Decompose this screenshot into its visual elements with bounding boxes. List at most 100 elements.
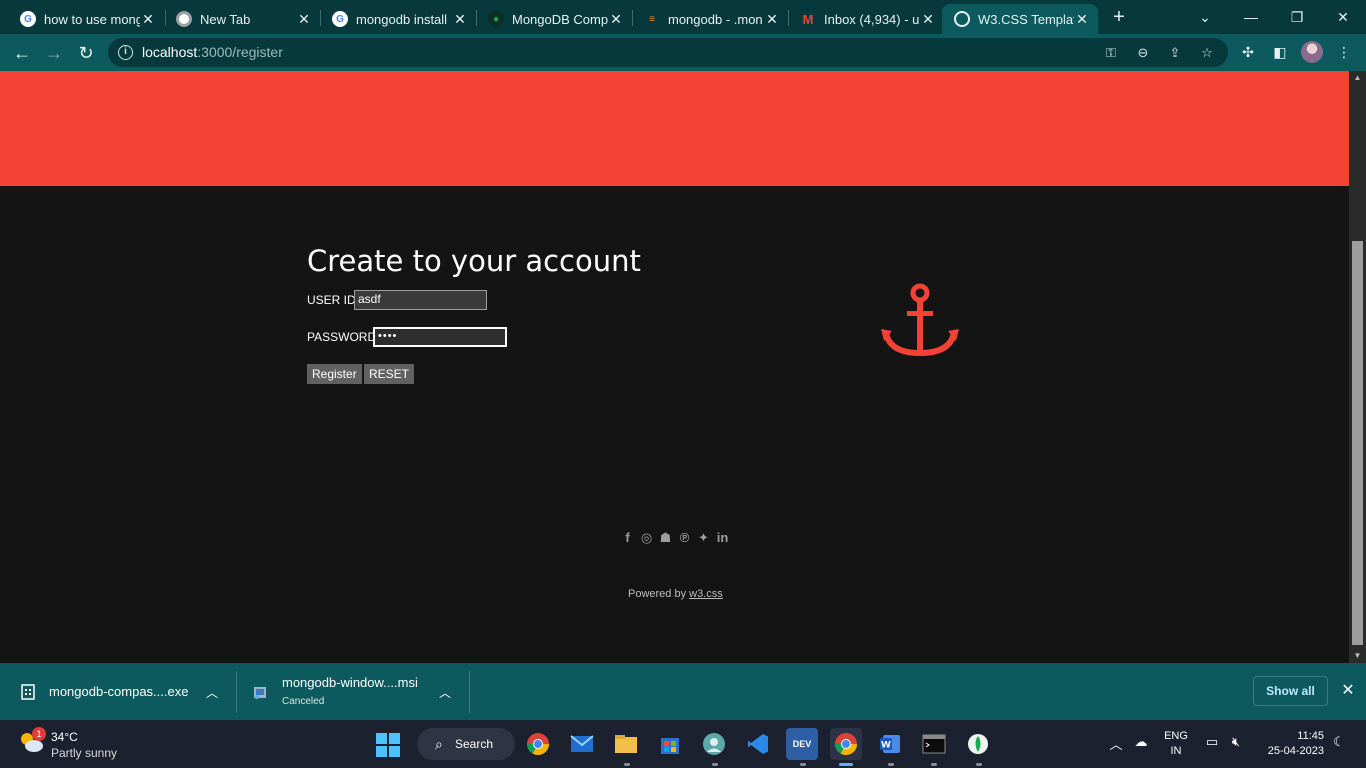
facebook-icon[interactable]: f [619,529,636,546]
zoom-out-icon[interactable]: ⊖ [1134,44,1152,62]
close-icon[interactable]: ✕ [452,11,468,28]
weather-condition[interactable]: Partly sunny [51,746,117,760]
side-panel-icon[interactable]: ◧ [1270,42,1290,62]
share-icon[interactable]: ⇪ [1166,44,1184,62]
gmail-icon: M [802,11,814,27]
onedrive-sync-icon[interactable]: ☁ [1131,734,1151,750]
chrome-icon [176,11,192,27]
clock-time: 11:45 [1297,730,1324,742]
weather-temperature[interactable]: 34°C [51,730,78,744]
show-hidden-icons-chevron-icon[interactable]: ︿ [1106,734,1126,753]
bookmark-star-icon[interactable]: ☆ [1198,44,1216,62]
speaker-muted-icon[interactable]: 🔇︎ [1226,734,1246,750]
browser-tab-strip: G how to use mongo ✕ New Tab ✕ G mongodb… [0,0,1366,34]
tab-mongodb-install[interactable]: G mongodb install ✕ [320,4,476,34]
restore-icon[interactable]: ❐ [1286,6,1308,28]
google-icon: G [332,11,348,27]
tab-mongodb-compass[interactable]: ● MongoDB Comp ✕ [476,4,632,34]
vscode-icon[interactable] [742,728,774,760]
tab-how-to-use-mongo[interactable]: G how to use mongo ✕ [8,4,164,34]
mongodb-compass-icon[interactable] [962,728,994,760]
scroll-up-arrow-icon[interactable]: ▲ [1349,71,1366,85]
register-button[interactable]: Register [307,364,362,384]
input-language[interactable]: ENG IN [1163,729,1189,759]
reload-icon[interactable]: ↻ [74,41,98,65]
page-scrollbar[interactable]: ▲ ▼ [1349,71,1366,663]
running-indicator-active [839,763,853,766]
chevron-up-icon[interactable]: ︿ [439,684,451,701]
terminal-icon[interactable] [918,728,950,760]
msi-installer-icon [254,687,266,699]
chrome-active-icon[interactable] [830,728,862,760]
reset-button[interactable]: RESET [364,364,415,384]
password-input[interactable]: •••• [373,327,507,347]
linkedin-icon[interactable]: in [714,529,731,546]
anchor-icon [881,283,959,357]
tab-stackoverflow[interactable]: ≡ mongodb - .mon ✕ [632,4,788,34]
taskbar-clock[interactable]: 11:45 25-04-2023 [1260,729,1324,759]
close-icon[interactable]: ✕ [608,11,624,28]
close-icon[interactable]: ✕ [1339,680,1357,702]
svg-text:W: W [881,741,891,751]
snapchat-icon[interactable]: ☗ [657,529,674,546]
url-text[interactable]: localhost:3000/register [142,44,283,60]
lang-top: ENG [1164,730,1188,742]
download-item[interactable]: mongodb-compas....exe ︿ [0,663,236,720]
instagram-icon[interactable]: ◎ [638,529,655,546]
tab-gmail-inbox[interactable]: M Inbox (4,934) - u ✕ [788,4,944,34]
forward-arrow-icon[interactable]: → [42,41,66,65]
close-icon[interactable]: ✕ [1074,11,1090,28]
userid-label: USER ID: [307,293,360,307]
display-icon[interactable]: ▭ [1202,734,1222,750]
mail-icon[interactable] [566,728,598,760]
key-icon[interactable]: ⚿ [1102,44,1120,62]
form-title: Create to your account [307,244,641,278]
close-icon[interactable]: ✕ [296,11,312,28]
url-host: localhost [142,44,198,60]
hero-banner [0,71,1349,186]
taskbar-search[interactable]: ⌕ Search [417,728,515,760]
show-all-button[interactable]: Show all [1253,676,1328,706]
w3css-link[interactable]: w3.css [689,588,723,600]
running-indicator [888,763,894,766]
close-icon[interactable]: ✕ [140,11,156,28]
site-info-icon[interactable]: i [118,45,133,60]
download-separator [469,671,470,713]
scroll-down-arrow-icon[interactable]: ▼ [1349,649,1366,663]
profile-avatar[interactable] [1301,41,1323,63]
window-close-icon[interactable]: ✕ [1332,6,1354,28]
people-app-icon[interactable] [698,728,730,760]
microsoft-store-icon[interactable] [654,728,686,760]
running-indicator [712,763,718,766]
twitter-icon[interactable]: ✦ [695,529,712,546]
password-label: PASSWORD: [307,330,380,344]
new-tab-plus-icon[interactable]: + [1108,6,1130,28]
search-label: Search [455,737,494,751]
word-icon[interactable]: W [874,728,906,760]
tab-search-chevron-icon[interactable]: ⌄ [1194,6,1216,28]
pinterest-icon[interactable]: ℗ [676,529,693,546]
dev-c-plus-plus-icon[interactable]: DEV [786,728,818,760]
close-icon[interactable]: ✕ [764,11,780,28]
back-arrow-icon[interactable]: ← [10,41,34,65]
scroll-thumb[interactable] [1352,241,1363,645]
chrome-icon[interactable] [522,728,554,760]
tab-title: how to use mongo [44,11,140,27]
tab-new-tab[interactable]: New Tab ✕ [164,4,320,34]
windows-start-icon[interactable] [376,733,400,757]
close-icon[interactable]: ✕ [920,11,936,28]
tab-w3css-template[interactable]: W3.CSS Template ✕ [942,4,1098,34]
tab-title: W3.CSS Template [978,11,1074,27]
menu-kebab-icon[interactable]: ⋮ [1334,42,1354,62]
userid-input[interactable]: asdf [354,290,487,310]
search-icon: ⌕ [435,736,443,752]
focus-moon-icon[interactable]: ☾ [1329,734,1349,750]
address-bar[interactable]: i localhost:3000/register ⚿ ⊖ ⇪ ☆ [108,38,1228,67]
file-explorer-icon[interactable] [610,728,642,760]
download-item[interactable]: mongodb-window....msi Canceled ︿ [237,663,469,720]
download-file-name: mongodb-window....msi [282,675,418,690]
extensions-puzzle-icon[interactable]: ✣ [1238,42,1258,62]
minimize-icon[interactable]: — [1240,6,1262,28]
chevron-up-icon[interactable]: ︿ [206,684,218,701]
download-status: Canceled [282,696,325,707]
